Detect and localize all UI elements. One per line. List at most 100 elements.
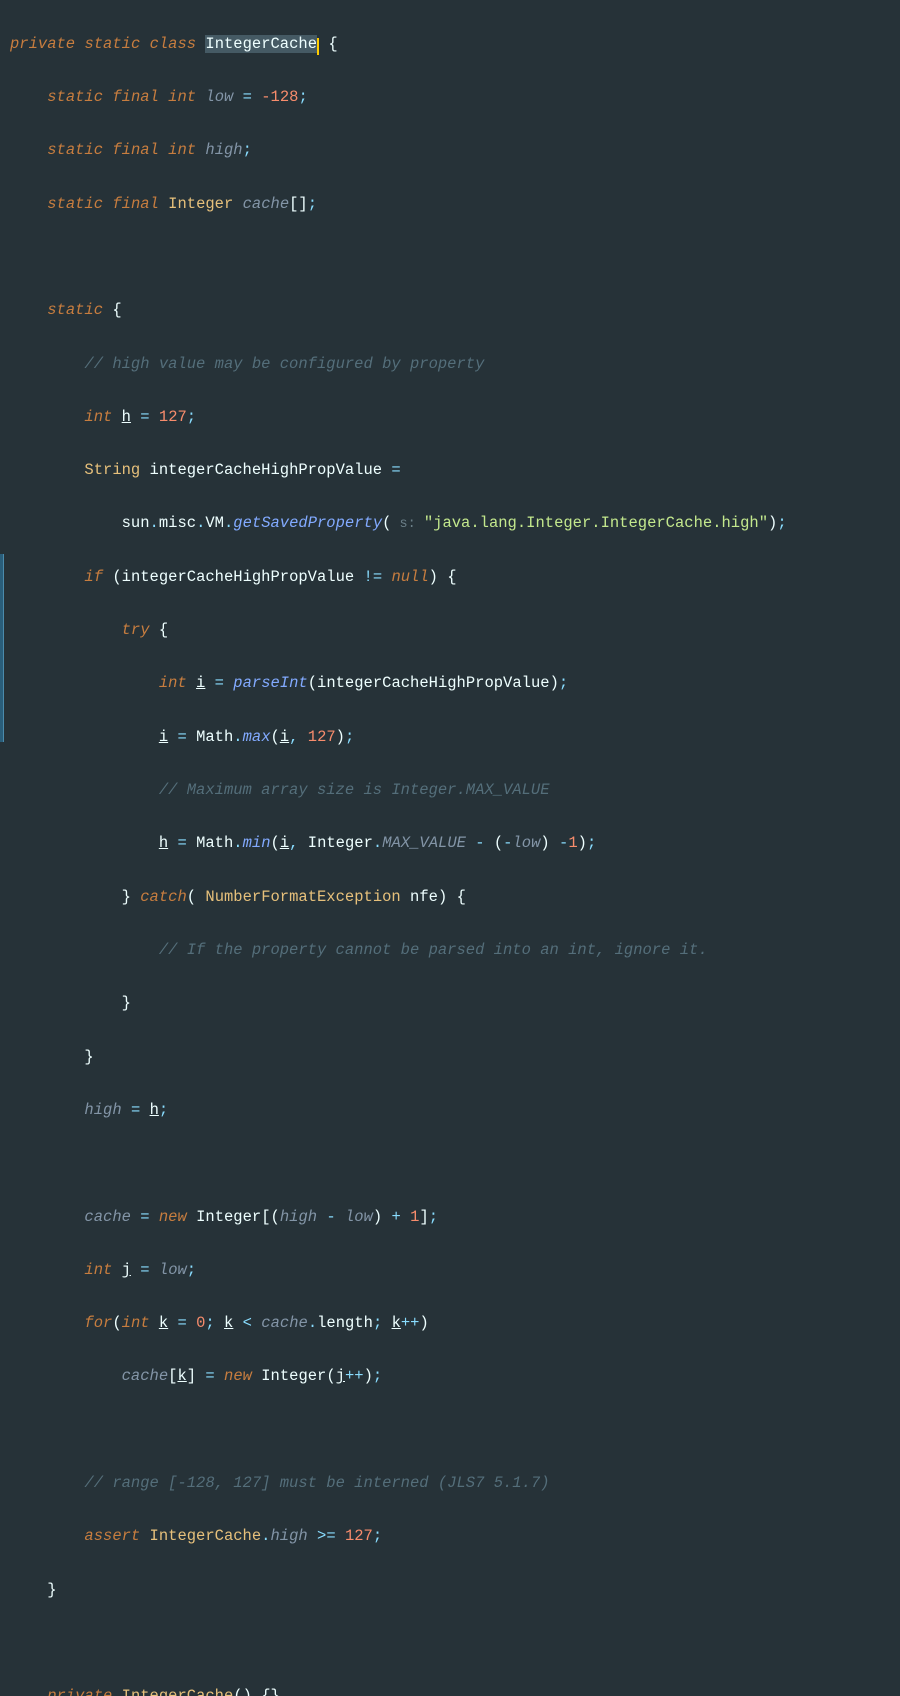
dot: .	[373, 834, 382, 852]
code-line[interactable]: if (integerCacheHighPropValue != null) {	[10, 564, 900, 591]
string-literal: "java.lang.Integer.IntegerCache.high"	[424, 514, 768, 532]
class-name-selected[interactable]: IntegerCache	[205, 35, 317, 53]
pkg-sun: sun	[122, 514, 150, 532]
keyword-assert: assert	[84, 1527, 140, 1545]
code-line[interactable]: // range [-128, 127] must be interned (J…	[10, 1470, 900, 1497]
paren-close: )	[768, 514, 777, 532]
literal-number: 127	[159, 408, 187, 426]
code-line[interactable]: cache = new Integer[(high - low) + 1];	[10, 1204, 900, 1231]
code-line[interactable]: // If the property cannot be parsed into…	[10, 937, 900, 964]
paren-open: (	[112, 1314, 121, 1332]
paren-open: (	[271, 834, 280, 852]
paren-open: (	[308, 674, 317, 692]
code-line[interactable]: i = Math.max(i, 127);	[10, 724, 900, 751]
literal-number: 0	[196, 1314, 205, 1332]
brace-open: {	[328, 35, 337, 53]
code-line[interactable]: high = h;	[10, 1097, 900, 1124]
code-line[interactable]: static final int high;	[10, 137, 900, 164]
code-line[interactable]: int i = parseInt(integerCacheHighPropVal…	[10, 670, 900, 697]
arg-i: i	[280, 728, 289, 746]
field-high: high	[205, 141, 242, 159]
var-arg: integerCacheHighPropValue	[317, 674, 550, 692]
code-line[interactable]: assert IntegerCache.high >= 127;	[10, 1523, 900, 1550]
literal-number: 1	[410, 1208, 419, 1226]
var-j: j	[336, 1367, 345, 1385]
var-k: k	[392, 1314, 401, 1332]
comma: ,	[289, 728, 298, 746]
var-h: h	[150, 1101, 159, 1119]
braces-empty: {}	[261, 1687, 280, 1696]
semicolon: ;	[777, 514, 786, 532]
code-line[interactable]: // high value may be configured by prope…	[10, 351, 900, 378]
field-high: high	[84, 1101, 121, 1119]
code-line[interactable]: String integerCacheHighPropValue =	[10, 457, 900, 484]
code-line-empty[interactable]	[10, 244, 900, 271]
cls-integercache: IntegerCache	[150, 1527, 262, 1545]
cls-vm: VM	[205, 514, 224, 532]
code-line[interactable]: int j = low;	[10, 1257, 900, 1284]
keyword-for: for	[84, 1314, 112, 1332]
code-line[interactable]: }	[10, 1044, 900, 1071]
var-prop-value: integerCacheHighPropValue	[150, 461, 383, 479]
semicolon: ;	[373, 1314, 382, 1332]
op-eq: =	[391, 461, 400, 479]
code-line[interactable]: // Maximum array size is Integer.MAX_VAL…	[10, 777, 900, 804]
code-editor[interactable]: private static class IntegerCache { stat…	[0, 4, 900, 1696]
cls-integer: Integer	[308, 834, 373, 852]
code-line[interactable]: int h = 127;	[10, 404, 900, 431]
semicolon: ;	[205, 1314, 214, 1332]
code-line[interactable]: }	[10, 990, 900, 1017]
text-cursor	[317, 38, 319, 55]
semicolon: ;	[429, 1208, 438, 1226]
keyword-private: private	[10, 35, 75, 53]
op-eq: =	[177, 1314, 186, 1332]
code-line[interactable]: private IntegerCache() {}	[10, 1683, 900, 1696]
code-line[interactable]: }	[10, 1577, 900, 1604]
code-line[interactable]: try {	[10, 617, 900, 644]
code-line[interactable]: for(int k = 0; k < cache.length; k++)	[10, 1310, 900, 1337]
keyword-new: new	[224, 1367, 252, 1385]
paren-open: (	[233, 1687, 242, 1696]
field-low: low	[159, 1261, 187, 1279]
field-low: low	[512, 834, 540, 852]
op-gte: >=	[317, 1527, 336, 1545]
code-line[interactable]: static final Integer cache[];	[10, 191, 900, 218]
literal-number: 1	[568, 834, 577, 852]
code-line[interactable]: static final int low = -128;	[10, 84, 900, 111]
paren-close: )	[540, 834, 549, 852]
code-line-empty[interactable]	[10, 1417, 900, 1444]
var-prop-value: integerCacheHighPropValue	[122, 568, 355, 586]
code-line[interactable]: } catch( NumberFormatException nfe) {	[10, 884, 900, 911]
semicolon: ;	[187, 1261, 196, 1279]
code-line[interactable]: cache[k] = new Integer(j++);	[10, 1363, 900, 1390]
code-line[interactable]: sun.misc.VM.getSavedProperty( s: "java.l…	[10, 510, 900, 537]
op-minus: -	[559, 834, 568, 852]
code-line-empty[interactable]	[10, 1150, 900, 1177]
code-line[interactable]: private static class IntegerCache {	[10, 31, 900, 58]
paren-close: )	[373, 1208, 382, 1226]
semicolon: ;	[243, 141, 252, 159]
comment: // range [-128, 127] must be interned (J…	[84, 1474, 549, 1492]
dot: .	[308, 1314, 317, 1332]
bracket-open: [	[261, 1208, 270, 1226]
code-line[interactable]: h = Math.min(i, Integer.MAX_VALUE - (-lo…	[10, 830, 900, 857]
prop-length: length	[317, 1314, 373, 1332]
keyword-int: int	[122, 1314, 150, 1332]
keyword-static: static	[47, 195, 103, 213]
brace-open: {	[447, 568, 456, 586]
bracket-open: [	[168, 1367, 177, 1385]
code-line-empty[interactable]	[10, 1630, 900, 1657]
semicolon: ;	[345, 728, 354, 746]
constructor-name: IntegerCache	[122, 1687, 234, 1696]
brace-open: {	[112, 301, 121, 319]
code-line[interactable]: static {	[10, 297, 900, 324]
paren-close: )	[550, 674, 559, 692]
keyword-int: int	[168, 141, 196, 159]
literal-number: 127	[345, 1527, 373, 1545]
semicolon: ;	[373, 1527, 382, 1545]
brace-close: }	[122, 994, 131, 1012]
semicolon: ;	[373, 1367, 382, 1385]
field-cache: cache	[84, 1208, 131, 1226]
brace-close: }	[84, 1048, 93, 1066]
comment: // Maximum array size is Integer.MAX_VAL…	[159, 781, 550, 799]
